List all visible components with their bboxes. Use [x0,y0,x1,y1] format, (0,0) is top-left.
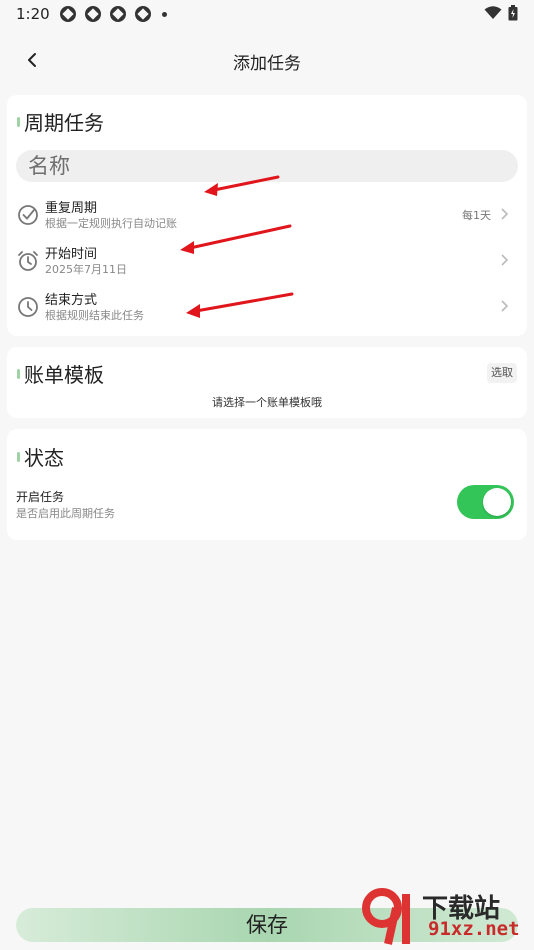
clock-icon [18,297,38,317]
cycle-task-title-text: 周期任务 [24,111,104,135]
watermark-logo [362,888,410,945]
app-header: 添加任务 [0,40,534,80]
annotation-arrow [186,292,294,318]
repeat-check-icon [18,205,38,225]
enable-task-label: 开启任务 [16,490,65,504]
app-notification-icon [85,6,101,22]
alarm-clock-icon [18,251,38,271]
enable-task-toggle[interactable] [457,485,514,519]
watermark-url: 91xz.net [428,918,520,940]
status-bar: 1:20 [0,0,534,28]
status-right [484,5,518,21]
annotation-arrow [180,224,292,254]
end-mode-title: 结束方式 [45,293,98,308]
pick-template-button[interactable]: 选取 [487,363,517,383]
bill-template-card: 账单模板 选取 请选择一个账单模板哦 [7,347,527,418]
chevron-right-icon [501,300,509,312]
app-notification-icon [110,6,126,22]
enable-task-subtitle: 是否启用此周期任务 [16,507,115,520]
site-watermark: 下载站 91xz.net [360,888,530,948]
bill-template-title-text: 账单模板 [24,363,104,387]
repeat-period-subtitle: 根据一定规则执行自动记账 [45,217,177,230]
cycle-task-section-title: 周期任务 [17,107,104,136]
toggle-knob [483,488,511,516]
bill-template-section-title: 账单模板 [17,359,104,388]
annotation-arrow [204,175,280,196]
battery-icon [508,5,518,21]
chevron-right-icon [501,208,509,220]
template-hint: 请选择一个账单模板哦 [212,396,322,409]
status-time: 1:20 [16,5,50,23]
app-notification-icon [135,6,151,22]
start-time-subtitle: 2025年7月11日 [45,263,127,276]
app-notification-icon [60,6,76,22]
notification-icons [60,6,167,22]
status-card: 状态 开启任务 是否启用此周期任务 [7,429,527,540]
section-accent-bar [17,451,20,462]
chevron-right-icon [501,254,509,266]
section-accent-bar [17,116,20,127]
repeat-period-value: 每1天 [462,209,491,222]
status-section-title: 状态 [17,442,64,471]
start-time-title: 开始时间 [45,247,98,262]
wifi-icon [484,6,502,19]
repeat-period-title: 重复周期 [45,201,98,216]
page-title: 添加任务 [233,54,301,74]
more-notifications-dot-icon [162,11,167,17]
section-accent-bar [17,368,20,379]
end-mode-subtitle: 根据规则结束此任务 [45,309,144,322]
status-title-text: 状态 [24,446,64,470]
